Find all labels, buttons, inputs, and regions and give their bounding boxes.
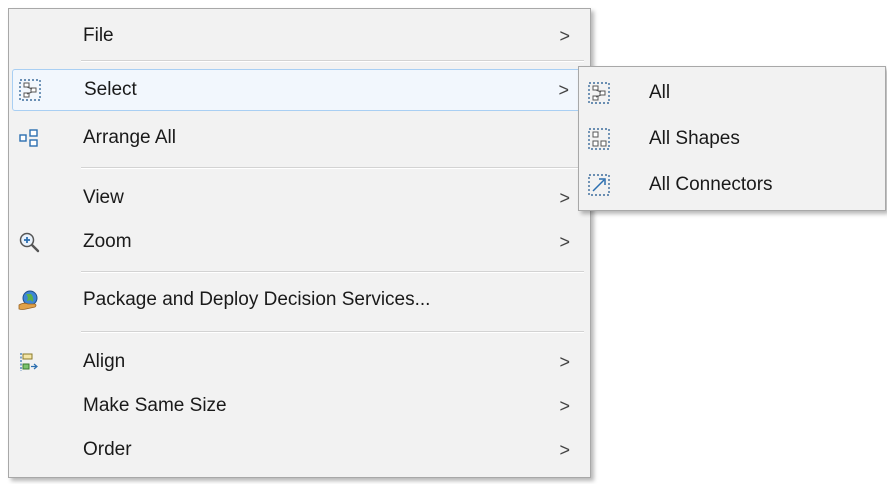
deploy-globe-hand-icon <box>18 290 38 310</box>
menu-item-order[interactable]: Order > <box>9 429 590 471</box>
menu-item-zoom[interactable]: Zoom > <box>9 221 590 263</box>
submenu-item-all-connectors[interactable]: All Connectors <box>579 163 885 207</box>
menu-item-label: Select <box>84 79 137 100</box>
menu-item-label: View <box>83 187 124 208</box>
menu-item-label: Arrange All <box>83 127 176 148</box>
zoom-in-icon <box>19 232 40 253</box>
context-menu: File > Select > Arrange All View > Zoom … <box>8 8 591 478</box>
select-dotted-shapes-icon <box>19 79 41 101</box>
menu-item-label: Zoom <box>83 231 132 252</box>
menu-item-align[interactable]: Align > <box>9 341 590 383</box>
submenu-arrow-icon: > <box>558 79 569 100</box>
submenu-item-label: All Shapes <box>649 128 740 149</box>
menu-item-arrange-all[interactable]: Arrange All <box>9 117 590 159</box>
menu-item-label: Align <box>83 351 126 372</box>
menu-item-label: Order <box>83 439 132 460</box>
select-submenu: All All Shapes All Connectors <box>578 66 886 211</box>
menu-item-label: File <box>83 25 114 46</box>
menu-item-select[interactable]: Select > <box>12 69 587 111</box>
submenu-item-label: All <box>649 82 671 103</box>
submenu-arrow-icon: > <box>559 395 570 416</box>
select-all-icon <box>588 82 610 104</box>
menu-item-package-deploy[interactable]: Package and Deploy Decision Services... <box>9 279 590 321</box>
menu-item-view[interactable]: View > <box>9 177 590 219</box>
menu-item-file[interactable]: File > <box>9 15 590 57</box>
submenu-arrow-icon: > <box>559 439 570 460</box>
select-all-shapes-icon <box>588 128 610 150</box>
arrange-all-icon <box>19 129 38 147</box>
submenu-item-label: All Connectors <box>649 174 773 195</box>
select-all-connectors-icon <box>588 174 610 196</box>
menu-item-make-same-size[interactable]: Make Same Size > <box>9 385 590 427</box>
menu-separator <box>81 271 584 273</box>
submenu-arrow-icon: > <box>559 25 570 46</box>
menu-separator <box>81 331 584 333</box>
submenu-arrow-icon: > <box>559 231 570 252</box>
submenu-item-all[interactable]: All <box>579 71 885 115</box>
menu-separator <box>81 167 584 169</box>
submenu-item-all-shapes[interactable]: All Shapes <box>579 117 885 161</box>
menu-item-label: Package and Deploy Decision Services... <box>83 289 431 310</box>
submenu-arrow-icon: > <box>559 187 570 208</box>
menu-item-label: Make Same Size <box>83 395 227 416</box>
align-icon <box>20 353 38 371</box>
menu-separator <box>81 60 584 62</box>
submenu-arrow-icon: > <box>559 351 570 372</box>
